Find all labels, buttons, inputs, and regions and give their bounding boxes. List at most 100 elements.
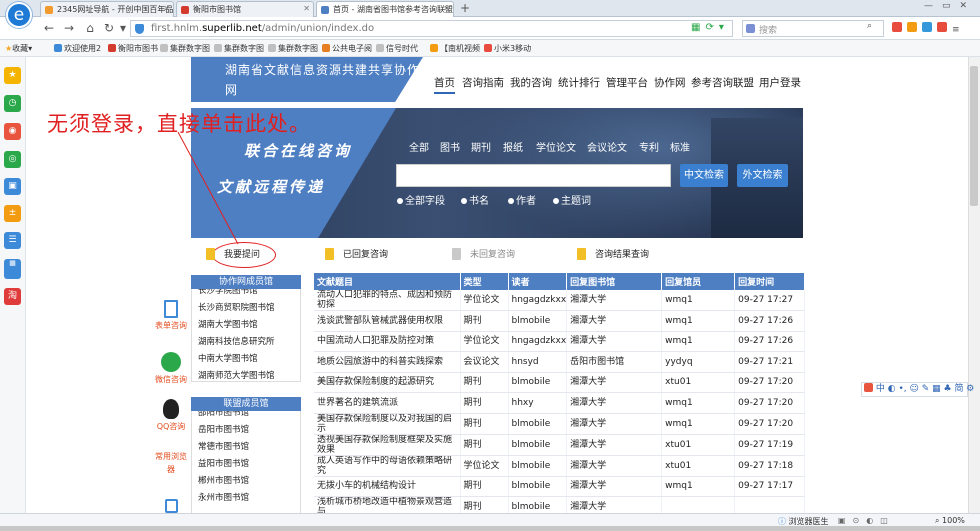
browser-app-icon[interactable]: [165, 499, 178, 513]
alliance-panel: 联盟成员馆 邵阳市图书馆 岳阳市图书馆 常德市图书馆 益阳市图书馆 郴州市图书馆…: [191, 397, 301, 513]
table-cell: 09-27 17:18: [734, 455, 806, 477]
table-cell: 湘潭大学: [566, 372, 663, 393]
table-cell: 期刊: [460, 310, 509, 332]
common-browser-link[interactable]: 常用浏览器: [155, 450, 187, 476]
alliance-item[interactable]: 永州市图书馆: [198, 490, 300, 507]
table-row[interactable]: 流动人口犯罪的特点、成因和预防初探 学位论文 hngagdzkxx 湘潭大学 wmq1 0…: [314, 290, 806, 311]
partner-panel-title: 协作网成员馆: [191, 275, 301, 289]
table-cell: 会议论文: [460, 351, 509, 373]
wechat-icon: [161, 352, 181, 372]
table-row[interactable]: 美国存款保险制度以及对我国的启示 期刊 blmobile 湘潭大学 wmq1 09-27 …: [314, 413, 806, 435]
answered-button[interactable]: 已回复咨询: [325, 247, 388, 260]
alliance-panel-title: 联盟成员馆: [191, 397, 301, 411]
table-cell: blmobile: [508, 455, 568, 477]
table-cell: 期刊: [460, 413, 509, 435]
table-cell: 期刊: [460, 476, 509, 497]
table-row[interactable]: 美国存款保险制度的起源研究 期刊 blmobile 湘潭大学 xtu01 09-27 17…: [314, 372, 806, 393]
action-label: 咨询结果查询: [595, 250, 650, 260]
row-title-link[interactable]: 美国存款保险制度以及对我国的启示: [314, 413, 461, 435]
partner-item[interactable]: 长沙学院图书馆: [198, 289, 300, 300]
document-icon: [206, 248, 215, 260]
table-cell: 湘潭大学: [566, 476, 663, 497]
table-cell: 湘潭大学: [566, 310, 663, 332]
action-label: 未回复咨询: [470, 250, 516, 260]
partner-item[interactable]: 湖南大学图书馆: [198, 317, 300, 334]
table-cell: 湘潭大学: [566, 413, 663, 435]
row-title-link[interactable]: 中国流动人口犯罪及防控对策: [314, 331, 461, 352]
table-cell: wmq1: [661, 413, 736, 435]
table-row[interactable]: 成人英语写作中的母语依赖策略研究 学位论文 blmobile 湘潭大学 xtu01 09-…: [314, 455, 806, 477]
alliance-item[interactable]: 邵阳市图书馆: [198, 411, 300, 422]
table-cell: 学位论文: [460, 290, 509, 311]
partner-item[interactable]: 中南大学图书馆: [198, 351, 300, 368]
table-cell: 学位论文: [460, 455, 509, 477]
table-cell: 09-27 17:26: [734, 331, 806, 352]
row-title-link[interactable]: 流动人口犯罪的特点、成因和预防初探: [314, 290, 461, 311]
table-cell: xtu01: [661, 455, 736, 477]
table-cell: wmq1: [661, 310, 736, 332]
alliance-item[interactable]: 益阳市图书馆: [198, 456, 300, 473]
service-label: 微信咨询: [155, 375, 187, 384]
row-title-link[interactable]: 成人英语写作中的母语依赖策略研究: [314, 455, 461, 477]
unanswered-button[interactable]: 未回复咨询: [452, 247, 515, 260]
service-label: 表单咨询: [155, 321, 187, 330]
table-row[interactable]: 地质公园旅游中的科普实践探索 会议论文 hnsyd 岳阳市图书馆 yydyq 09-27 …: [314, 351, 806, 373]
ime-mode[interactable]: 中: [876, 384, 885, 394]
row-title-link[interactable]: 美国存款保险制度的起源研究: [314, 372, 461, 393]
table-cell: 09-27 17:20: [734, 413, 806, 435]
partner-panel: 协作网成员馆 长沙学院图书馆 长沙商贸职院图书馆 湖南大学图书馆 湖南科技信息研…: [191, 275, 301, 382]
row-title-link[interactable]: 世界著名的建筑流派: [314, 392, 461, 414]
table-cell: wmq1: [661, 331, 736, 352]
table-cell: wmq1: [661, 476, 736, 497]
row-title-link[interactable]: 地质公园旅游中的科普实践探索: [314, 351, 461, 373]
table-cell: 期刊: [460, 392, 509, 414]
column-header: 读者: [508, 273, 568, 290]
table-cell: hhxy: [508, 392, 568, 414]
table-cell: blmobile: [508, 434, 568, 456]
table-row[interactable]: 中国流动人口犯罪及防控对策 学位论文 hngagdzkxx 湘潭大学 wmq1 09-27…: [314, 331, 806, 352]
table-cell: 09-27 17:21: [734, 351, 806, 373]
ask-question-button[interactable]: 我要提问: [206, 247, 260, 260]
document-icon: [452, 248, 461, 260]
qq-consult-link[interactable]: QQ咨询: [155, 399, 187, 432]
zoom-value: 100%: [942, 516, 965, 525]
ime-toolbar[interactable]: 中 ◐ •, ☺ ✎ ▦ ♣ 简 ⚙: [861, 382, 974, 397]
table-row[interactable]: 浅谈武警部队管械武器使用权限 期刊 blmobile 湘潭大学 wmq1 09-27 17…: [314, 310, 806, 332]
table-cell: 09-27 17:19: [734, 434, 806, 456]
form-consult-link[interactable]: 表单咨询: [155, 300, 187, 331]
alliance-item[interactable]: 郴州市图书馆: [198, 473, 300, 490]
alliance-item[interactable]: 岳阳市图书馆: [198, 422, 300, 439]
table-cell: 期刊: [460, 434, 509, 456]
ime-logo-icon: [864, 383, 873, 392]
partner-item[interactable]: 长沙商贸职院图书馆: [198, 300, 300, 317]
table-row[interactable]: 透视美国存款保险制度框架及实施效果 期刊 blmobile 湘潭大学 xtu01 09-2…: [314, 434, 806, 456]
table-cell: wmq1: [661, 392, 736, 414]
table-cell: blmobile: [508, 310, 568, 332]
row-title-link[interactable]: 无拨小车的机械结构设计: [314, 476, 461, 497]
column-header: 类型: [460, 273, 509, 290]
table-cell: 湘潭大学: [566, 434, 663, 456]
table-cell: wmq1: [661, 290, 736, 311]
table-cell: hngagdzkxx: [508, 290, 568, 311]
doctor-icon: ⓘ: [778, 517, 786, 526]
table-cell: 湘潭大学: [566, 331, 663, 352]
result-query-button[interactable]: 咨询结果查询: [577, 247, 649, 260]
ime-tool-icons: ◐ •, ☺ ✎ ▦ ♣ 简 ⚙: [887, 384, 975, 394]
table-row[interactable]: 世界著名的建筑流派 期刊 hhxy 湘潭大学 wmq1 09-27 17:20: [314, 392, 806, 414]
row-title-link[interactable]: 透视美国存款保险制度框架及实施效果: [314, 434, 461, 456]
table-row[interactable]: 无拨小车的机械结构设计 期刊 blmobile 湘潭大学 wmq1 09-27 17:17: [314, 476, 806, 497]
wechat-consult-link[interactable]: 微信咨询: [155, 352, 187, 385]
alliance-item[interactable]: 常德市图书馆: [198, 439, 300, 456]
qq-icon: [163, 399, 179, 419]
zoom-level[interactable]: ⌕ 100%: [935, 516, 965, 526]
row-title-link[interactable]: 浅谈武警部队管械武器使用权限: [314, 310, 461, 332]
service-label: QQ咨询: [156, 422, 186, 431]
table-cell: hnsyd: [508, 351, 568, 373]
partner-item[interactable]: 湖南师范大学图书馆: [198, 368, 300, 381]
partner-item[interactable]: 湖南科技信息研究所: [198, 334, 300, 351]
annotation-line: [177, 131, 239, 245]
table-cell: blmobile: [508, 413, 568, 435]
document-icon: [577, 248, 586, 260]
zoom-icon: ⌕: [935, 516, 940, 525]
table-cell: blmobile: [508, 372, 568, 393]
